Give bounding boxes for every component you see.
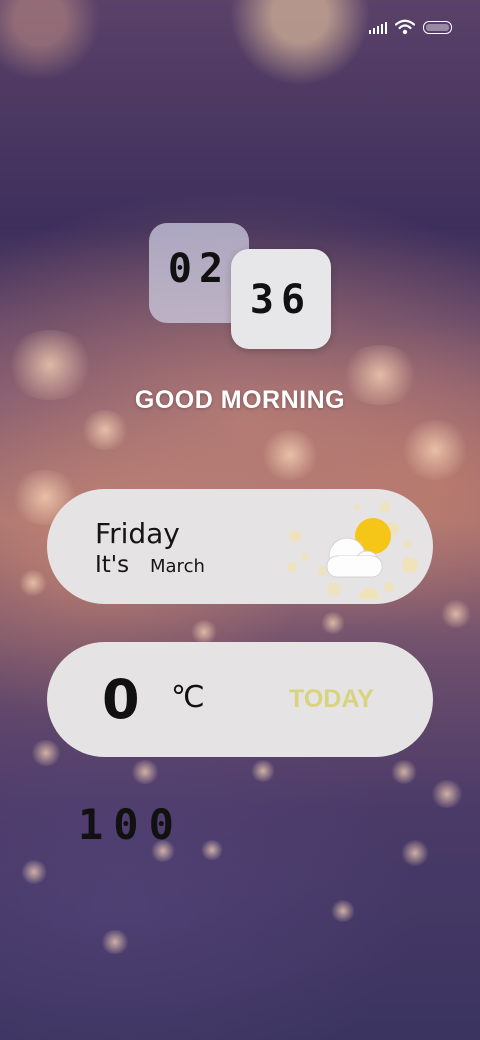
date-widget[interactable]: Friday It's March <box>47 489 433 604</box>
temperature-unit: ℃ <box>171 680 205 715</box>
counter-value: 100 <box>78 800 184 849</box>
day-label: Friday <box>95 517 180 550</box>
temperature-widget[interactable]: 0 ℃ TODAY <box>47 642 433 757</box>
prefix-label: It's <box>95 552 130 578</box>
wifi-icon <box>395 19 415 35</box>
clock-hour: 02 <box>167 246 231 292</box>
today-label: TODAY <box>289 685 374 713</box>
temperature-value: 0 <box>102 668 140 731</box>
month-label: March <box>150 556 205 577</box>
signal-bars-icon <box>369 20 387 34</box>
partly-cloudy-sun-icon <box>287 502 418 599</box>
clock-minute: 36 <box>249 277 313 323</box>
status-bar <box>369 16 452 38</box>
battery-icon <box>423 20 452 34</box>
clock-minute-card: 36 <box>231 249 331 349</box>
greeting-text: GOOD MORNING <box>134 386 346 414</box>
